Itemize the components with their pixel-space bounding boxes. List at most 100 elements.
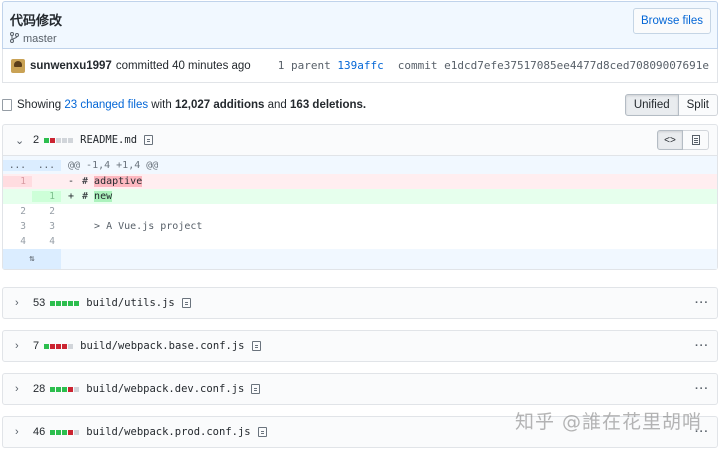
file-name-link[interactable]: build/utils.js: [86, 297, 175, 309]
branch-label[interactable]: master: [10, 32, 57, 46]
file-change-count: 2: [33, 134, 40, 146]
file-change-count: 53: [33, 297, 46, 309]
chevron-right-icon[interactable]: ›: [15, 426, 25, 438]
new-line-number[interactable]: 3: [32, 221, 61, 232]
diff-view-toggle: Unified Split: [624, 94, 718, 116]
diffstat-square: [68, 429, 74, 435]
changed-word: adaptive: [94, 176, 143, 187]
diff-line: 22: [3, 204, 717, 219]
diffstat-square: [56, 386, 62, 392]
file-diff-collapsed: › 28 build/webpack.dev.conf.js ···: [2, 373, 718, 405]
diff-line: 1 - # adaptive: [3, 174, 717, 189]
diffstat-square: [62, 343, 68, 349]
file-header: ⌄ 2 README.md <>: [3, 125, 717, 155]
diffstat-square: [68, 137, 74, 143]
avatar[interactable]: [11, 58, 25, 73]
copy-path-icon[interactable]: [251, 341, 261, 351]
old-line-number[interactable]: 4: [3, 236, 32, 247]
copy-path-icon[interactable]: [181, 298, 191, 308]
expand-row: ⇅: [3, 249, 717, 269]
code-text: #: [82, 176, 95, 187]
unified-button[interactable]: Unified: [624, 94, 679, 116]
old-line-number[interactable]: 1: [3, 176, 32, 187]
diffstat-bar: [50, 429, 80, 435]
diffstat-square: [50, 386, 56, 392]
code-line: + # new: [61, 191, 717, 202]
file-name-link[interactable]: build/webpack.dev.conf.js: [86, 383, 244, 395]
diff-line: 44: [3, 234, 717, 249]
file-name-link[interactable]: build/webpack.prod.conf.js: [86, 426, 250, 438]
diffstat-square: [62, 300, 68, 306]
code-icon: <>: [664, 134, 676, 146]
diffstat-square: [56, 429, 62, 435]
copy-path-icon[interactable]: [251, 384, 261, 394]
document-icon: [691, 135, 700, 145]
commit-time: committed 40 minutes ago: [115, 59, 251, 72]
diff-summary: Showing 23 changed files with 12,027 add…: [2, 94, 718, 116]
hunk-expand-left[interactable]: ...: [3, 159, 32, 171]
parent-label: 1 parent: [277, 59, 331, 72]
file-diff-collapsed: › 53 build/utils.js ···: [2, 287, 718, 319]
changed-word: new: [94, 191, 113, 202]
new-line-number[interactable]: 4: [32, 236, 61, 247]
diff-table: ... ... @@ -1,4 +1,4 @@ 1- # adaptive 1 + # …: [3, 155, 717, 269]
hunk-header: ... ... @@ -1,4 +1,4 @@: [3, 156, 717, 174]
branch-name: master: [23, 33, 57, 45]
chevron-down-icon[interactable]: ⌄: [15, 134, 25, 147]
diff-line: 1 + # new: [3, 189, 717, 204]
additions-count: 12,027 additions: [174, 99, 265, 111]
diffstat-bar: [44, 343, 74, 349]
file-change-count: 7: [33, 340, 40, 352]
copy-path-icon[interactable]: [144, 135, 154, 145]
file-header: › 28 build/webpack.dev.conf.js ···: [3, 374, 717, 404]
source-diff-button[interactable]: <>: [657, 130, 683, 150]
rich-diff-button[interactable]: [683, 130, 709, 150]
diffstat-square: [56, 300, 62, 306]
more-options-icon[interactable]: ···: [695, 340, 709, 352]
diffstat-square: [50, 300, 56, 306]
parent-sha-link[interactable]: 139affc: [337, 59, 383, 72]
commit-meta: sunwenxu1997 committed 40 minutes ago 1 …: [2, 49, 718, 83]
diffstat-square: [56, 343, 62, 349]
diffstat-bar: [50, 300, 80, 306]
old-line-number[interactable]: 3: [3, 221, 32, 232]
file-header: › 53 build/utils.js ···: [3, 288, 717, 318]
file-diff-collapsed: › 7 build/webpack.base.conf.js ···: [2, 330, 718, 362]
watermark: 知乎 @誰在花里胡哨: [514, 411, 702, 433]
author-link[interactable]: sunwenxu1997: [30, 60, 112, 72]
diffstat-square: [74, 300, 80, 306]
split-button[interactable]: Split: [678, 94, 718, 116]
more-options-icon[interactable]: ···: [695, 297, 709, 309]
copy-path-icon[interactable]: [257, 427, 267, 437]
diffstat-square: [50, 343, 56, 349]
hunk-expand-right[interactable]: ...: [32, 159, 61, 171]
commit-sha: e1dcd7efe37517085ee4477d8ced70809007691e: [444, 59, 709, 72]
diffstat-square: [62, 386, 68, 392]
chevron-right-icon[interactable]: ›: [15, 383, 25, 395]
chevron-right-icon[interactable]: ›: [15, 297, 25, 309]
file-name-link[interactable]: README.md: [80, 134, 137, 146]
chevron-right-icon[interactable]: ›: [15, 340, 25, 352]
new-line-number[interactable]: 1: [32, 191, 61, 202]
diffstat-square: [68, 386, 74, 392]
diffstat-square: [44, 137, 50, 143]
more-options-icon[interactable]: ···: [695, 383, 709, 395]
code-line: - # adaptive: [61, 176, 717, 187]
code-text: #: [82, 191, 95, 202]
expand-lines-icon[interactable]: ⇅: [3, 249, 61, 269]
changed-files-link[interactable]: 23 changed files: [64, 99, 148, 111]
diffstat-bar: [44, 137, 74, 143]
old-line-number[interactable]: 2: [3, 206, 32, 217]
commit-label: commit: [397, 59, 438, 72]
diff-marker: +: [68, 191, 75, 202]
new-line-number[interactable]: 2: [32, 206, 61, 217]
diffstat-square: [62, 429, 68, 435]
file-name-link[interactable]: build/webpack.base.conf.js: [80, 340, 244, 352]
file-change-count: 28: [33, 383, 46, 395]
diffstat-square: [44, 343, 50, 349]
commit-header: 代码修改 master Browse files: [2, 1, 718, 49]
diff-marker: -: [68, 176, 75, 187]
diffstat-square: [50, 429, 56, 435]
browse-files-button[interactable]: Browse files: [633, 8, 711, 34]
